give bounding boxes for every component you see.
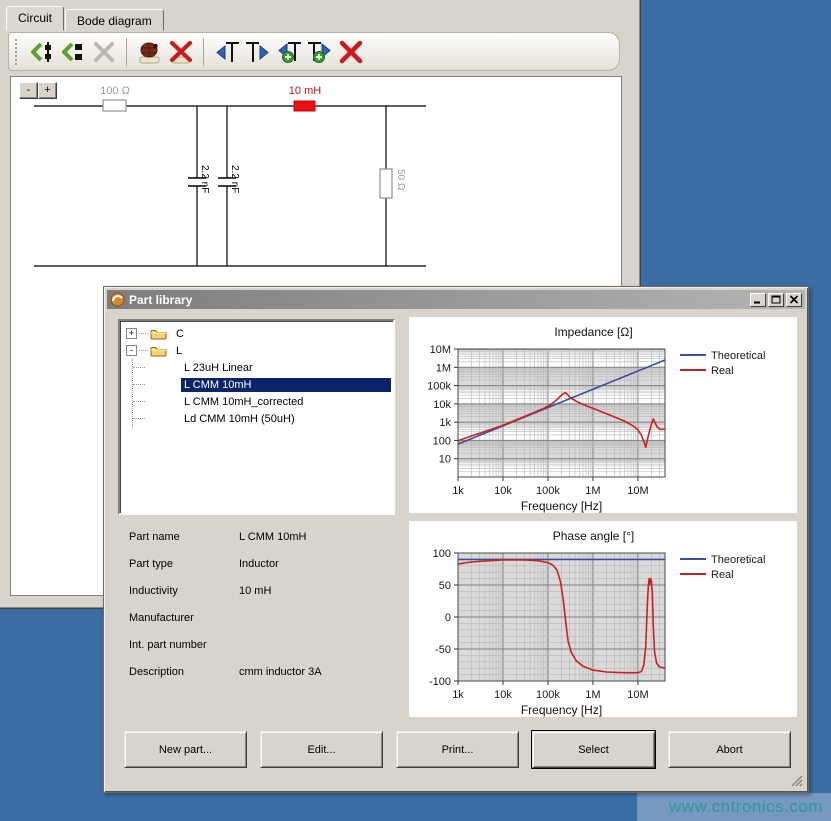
delete-part-icon[interactable] bbox=[165, 36, 196, 67]
tree-label: L bbox=[173, 344, 185, 358]
delete-component-disabled-icon bbox=[88, 36, 119, 67]
detail-row-part-type: Part type Inductor bbox=[129, 550, 395, 577]
svg-text:100: 100 bbox=[433, 548, 451, 560]
select-button[interactable]: Select bbox=[532, 731, 655, 768]
tree-label: C bbox=[173, 327, 187, 341]
svg-text:100k: 100k bbox=[536, 689, 560, 701]
tree-item-l-cmm-10mh[interactable]: L CMM 10mH bbox=[133, 376, 391, 393]
tree-label: L 23uH Linear bbox=[181, 361, 256, 375]
desktop: { "desktop": { "watermark": "www.cntroni… bbox=[0, 0, 831, 821]
toolbar-separator bbox=[203, 38, 204, 66]
svg-text:1M: 1M bbox=[585, 689, 600, 701]
part-library-icon bbox=[110, 292, 125, 307]
svg-text:0: 0 bbox=[445, 612, 451, 624]
maximize-button[interactable] bbox=[768, 293, 784, 307]
new-part-button[interactable]: New part... bbox=[124, 731, 247, 768]
toolbar bbox=[8, 32, 620, 71]
zoom-in-button[interactable]: + bbox=[38, 82, 57, 99]
svg-text:100: 100 bbox=[433, 435, 451, 447]
toolbar-separator bbox=[126, 38, 127, 66]
svg-text:10k: 10k bbox=[494, 485, 512, 497]
part-library-dialog: Part library + C - L bbox=[103, 286, 809, 793]
tree-item-l-cmm-10mh-corrected[interactable]: L CMM 10mH_corrected bbox=[133, 393, 391, 410]
probe-add-left-icon[interactable] bbox=[273, 36, 304, 67]
svg-text:50: 50 bbox=[439, 580, 451, 592]
capacitor-c2-label: 2.2 nF bbox=[229, 165, 240, 193]
insert-component-left-icon[interactable] bbox=[26, 36, 57, 67]
svg-text:1M: 1M bbox=[436, 362, 451, 374]
tab-bar: Circuit Bode diagram bbox=[6, 5, 165, 31]
svg-text:10M: 10M bbox=[627, 485, 648, 497]
resistor-r1-label: 100 Ω bbox=[100, 85, 130, 97]
toolbar-grip[interactable] bbox=[15, 39, 19, 65]
part-details: Part name L CMM 10mH Part type Inductor … bbox=[129, 523, 395, 685]
edit-button[interactable]: Edit... bbox=[260, 731, 383, 768]
svg-text:1k: 1k bbox=[452, 485, 464, 497]
abort-button[interactable]: Abort bbox=[668, 731, 791, 768]
dialog-title: Part library bbox=[129, 293, 748, 307]
svg-text:Frequency [Hz]: Frequency [Hz] bbox=[521, 703, 602, 717]
inductor-l1[interactable] bbox=[294, 101, 315, 111]
tree-label: Ld CMM 10mH (50uH) bbox=[181, 412, 298, 426]
svg-text:Theoretical: Theoretical bbox=[711, 350, 765, 362]
minimize-button[interactable] bbox=[750, 293, 766, 307]
tree-node-c[interactable]: + C bbox=[122, 325, 391, 342]
resistor-r2[interactable] bbox=[380, 169, 392, 198]
dialog-titlebar[interactable]: Part library bbox=[107, 290, 805, 309]
tab-circuit[interactable]: Circuit bbox=[6, 6, 64, 31]
probe-move-left-icon[interactable] bbox=[211, 36, 242, 67]
part-tree: + C - L L 23uH Linear L CMM 1 bbox=[118, 319, 395, 515]
resistor-r1[interactable] bbox=[103, 100, 126, 111]
svg-text:10k: 10k bbox=[494, 689, 512, 701]
svg-text:1k: 1k bbox=[439, 417, 451, 429]
svg-text:Real: Real bbox=[711, 569, 734, 581]
svg-text:1M: 1M bbox=[585, 485, 600, 497]
svg-text:Frequency [Hz]: Frequency [Hz] bbox=[521, 499, 602, 513]
probe-delete-icon[interactable] bbox=[335, 36, 366, 67]
svg-text:-50: -50 bbox=[435, 644, 451, 656]
zoom-out-button[interactable]: - bbox=[19, 82, 38, 99]
capacitor-c1-label: 2.2 nF bbox=[199, 165, 210, 193]
resize-grip[interactable] bbox=[790, 774, 803, 787]
svg-text:Impedance [Ω]: Impedance [Ω] bbox=[554, 325, 632, 339]
print-button[interactable]: Print... bbox=[396, 731, 519, 768]
tab-bode-diagram[interactable]: Bode diagram bbox=[65, 9, 164, 31]
tree-node-l[interactable]: - L bbox=[122, 342, 391, 359]
svg-text:Phase angle [°]: Phase angle [°] bbox=[553, 529, 635, 543]
detail-row-manufacturer: Manufacturer bbox=[129, 604, 395, 631]
collapse-minus-icon[interactable]: - bbox=[126, 345, 137, 356]
watermark: www.cntronics.com bbox=[637, 793, 831, 821]
svg-text:10: 10 bbox=[439, 454, 451, 466]
resistor-r2-label: 50 Ω bbox=[395, 169, 406, 191]
detail-row-int-part-number: Int. part number bbox=[129, 631, 395, 658]
svg-text:Real: Real bbox=[711, 365, 734, 377]
detail-row-part-name: Part name L CMM 10mH bbox=[129, 523, 395, 550]
impedance-chart: 10M 1M 100k 10k 1k 100 10 1k 10k 100k 1M 10M Impedan… bbox=[409, 317, 797, 513]
phase-angle-chart: 100 50 0 -50 -1001k 10k 100k 1M 10M Phase angle [… bbox=[409, 521, 797, 717]
svg-text:10M: 10M bbox=[430, 344, 451, 356]
expand-plus-icon[interactable]: + bbox=[126, 328, 137, 339]
probe-move-right-icon[interactable] bbox=[242, 36, 273, 67]
tree-label-selected: L CMM 10mH bbox=[181, 378, 391, 392]
part-library-bug-icon[interactable] bbox=[134, 36, 165, 67]
svg-text:100k: 100k bbox=[427, 381, 451, 393]
probe-add-right-icon[interactable] bbox=[304, 36, 335, 67]
tree-item-l23uh-linear[interactable]: L 23uH Linear bbox=[133, 359, 391, 376]
tree-item-ld-cmm-10mh-50uh[interactable]: Ld CMM 10mH (50uH) bbox=[133, 410, 391, 427]
svg-text:10k: 10k bbox=[433, 399, 451, 411]
svg-text:-100: -100 bbox=[429, 676, 451, 688]
close-icon[interactable] bbox=[786, 293, 802, 307]
folder-icon bbox=[150, 344, 167, 357]
detail-row-inductivity: Inductivity 10 mH bbox=[129, 577, 395, 604]
tree-label: L CMM 10mH_corrected bbox=[181, 395, 306, 409]
svg-text:10M: 10M bbox=[627, 689, 648, 701]
svg-text:1k: 1k bbox=[452, 689, 464, 701]
folder-icon bbox=[150, 327, 167, 340]
svg-text:100k: 100k bbox=[536, 485, 560, 497]
insert-part-left-icon[interactable] bbox=[57, 36, 88, 67]
detail-row-description: Description cmm inductor 3A bbox=[129, 658, 395, 685]
svg-text:Theoretical: Theoretical bbox=[711, 554, 765, 566]
inductor-l1-label: 10 mH bbox=[289, 85, 321, 97]
